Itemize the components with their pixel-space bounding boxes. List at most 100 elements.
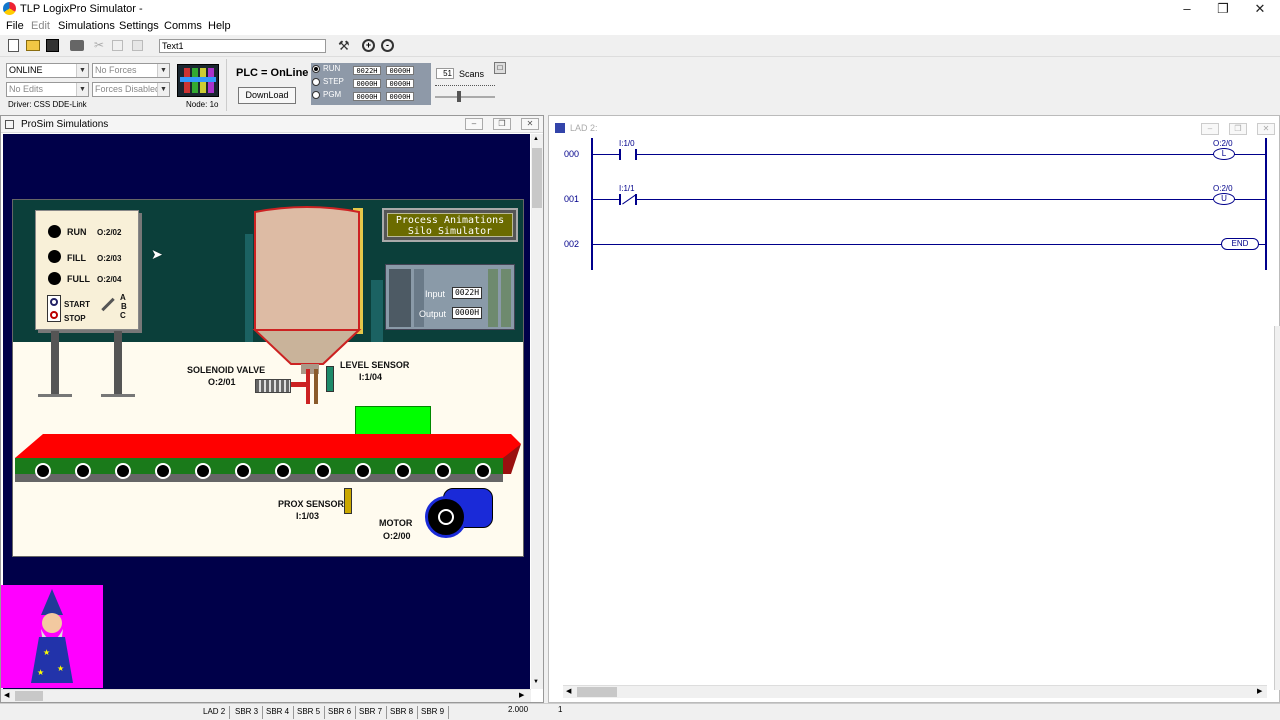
scroll-right-icon[interactable]: ▶: [519, 691, 524, 699]
rung-number: 000: [564, 149, 580, 159]
tab-sbr-5[interactable]: SBR 5: [293, 706, 326, 719]
step-radio[interactable]: [312, 78, 320, 86]
tab-sbr-9[interactable]: SBR 9: [417, 706, 450, 719]
menu-file[interactable]: File: [6, 20, 24, 32]
stop-button[interactable]: [50, 311, 58, 319]
tab-sbr-8[interactable]: SBR 8: [386, 706, 419, 719]
hex-value: 0000H: [353, 92, 381, 101]
selector-switch[interactable]: [101, 297, 115, 312]
tab-sbr-4[interactable]: SBR 4: [262, 706, 295, 719]
menu-settings[interactable]: Settings: [119, 20, 159, 32]
scroll-left-icon[interactable]: ◀: [566, 687, 571, 695]
menu-edit[interactable]: Edit: [31, 20, 50, 32]
motor-label: MOTOR: [379, 518, 413, 528]
open-folder-icon[interactable]: [26, 40, 40, 51]
vertical-scrollbar[interactable]: [1274, 326, 1280, 690]
menu-simulations[interactable]: Simulations: [58, 20, 115, 32]
download-button[interactable]: DownLoad: [238, 87, 296, 104]
pgm-radio[interactable]: [312, 91, 320, 99]
xio-contact[interactable]: [619, 194, 637, 205]
rack-module: [488, 269, 498, 327]
start-button[interactable]: [50, 298, 58, 306]
roller: [435, 463, 451, 479]
tools-icon[interactable]: ⚒: [338, 38, 354, 54]
scan-slider-thumb[interactable]: [457, 91, 461, 102]
unlatch-coil[interactable]: U: [1213, 193, 1235, 205]
panel-restore-icon[interactable]: □: [494, 62, 506, 74]
end-rung: END: [1221, 238, 1259, 250]
scroll-thumb[interactable]: [15, 691, 43, 701]
roller: [395, 463, 411, 479]
minimize-icon[interactable]: –: [1201, 123, 1219, 135]
cut-icon[interactable]: ✂: [94, 38, 110, 54]
scroll-left-icon[interactable]: ◀: [4, 691, 9, 699]
paste-icon[interactable]: [132, 40, 143, 51]
rack-module: [389, 269, 411, 327]
horizontal-scrollbar[interactable]: ◀ ▶: [1, 689, 531, 702]
selector-c: C: [120, 311, 126, 320]
restore-icon[interactable]: ❐: [1208, 0, 1238, 18]
tab-sbr-3[interactable]: SBR 3: [231, 706, 264, 719]
prosim-title-bar: ProSim Simulations – ❐ ✕: [1, 116, 543, 133]
scroll-down-icon[interactable]: ▼: [533, 679, 539, 685]
close-icon[interactable]: ✕: [521, 118, 539, 130]
latch-coil[interactable]: L: [1213, 148, 1235, 160]
plc-rack-icon: [177, 64, 219, 97]
minimize-icon[interactable]: –: [1172, 0, 1202, 18]
text-field[interactable]: Text1: [159, 39, 326, 53]
scroll-thumb[interactable]: [532, 148, 542, 208]
scans-input[interactable]: 51: [436, 68, 454, 79]
tab-lad-2[interactable]: LAD 2: [199, 706, 231, 719]
zoom-out-icon[interactable]: -: [381, 39, 394, 52]
menu-comms[interactable]: Comms: [164, 20, 202, 32]
forces-select[interactable]: No Forces ▼: [92, 63, 170, 78]
start-label: START: [64, 300, 91, 309]
horizontal-scrollbar[interactable]: ◀ ▶: [563, 685, 1267, 698]
panel-leg: [114, 331, 122, 395]
start-stop-buttons: [47, 295, 61, 322]
step-label: STEP: [323, 77, 344, 86]
xic-contact[interactable]: [619, 149, 637, 160]
restore-icon[interactable]: ❐: [1229, 123, 1247, 135]
scroll-right-icon[interactable]: ▶: [1257, 687, 1262, 695]
scan-slider-ticks: [435, 85, 495, 86]
selector-a: A: [120, 293, 126, 302]
plc-input-value: 0022H: [452, 287, 482, 299]
run-radio[interactable]: [312, 65, 320, 73]
minimize-icon[interactable]: –: [465, 118, 483, 130]
restore-icon[interactable]: ❐: [493, 118, 511, 130]
ladder-title: LAD 2:: [570, 123, 598, 133]
forces-enabled-value: Forces Disabled: [95, 84, 161, 94]
close-icon[interactable]: ✕: [1257, 123, 1275, 135]
tab-sbr-7[interactable]: SBR 7: [355, 706, 388, 719]
stop-label: STOP: [64, 314, 86, 323]
coil-address: O:2/0: [1213, 184, 1233, 193]
tab-sbr-6[interactable]: SBR 6: [324, 706, 357, 719]
plc-output-label: Output: [419, 309, 447, 319]
roller: [195, 463, 211, 479]
vertical-scrollbar[interactable]: ▲ ▼: [531, 134, 543, 689]
fill-light-label: FILL: [67, 253, 86, 263]
scroll-thumb[interactable]: [577, 687, 617, 697]
full-light-label: FULL: [67, 274, 90, 284]
edits-select[interactable]: No Edits ▼: [6, 82, 89, 97]
banner-line-2: Silo Simulator: [407, 226, 493, 237]
new-file-icon[interactable]: [8, 39, 19, 52]
forces-enabled-select[interactable]: Forces Disabled ▼: [92, 82, 170, 97]
hex-value: 0000H: [386, 79, 414, 88]
roller: [235, 463, 251, 479]
mode-select[interactable]: ONLINE ▼: [6, 63, 89, 78]
print-icon[interactable]: [70, 40, 84, 51]
scroll-up-icon[interactable]: ▲: [533, 136, 539, 142]
close-icon[interactable]: ✕: [1245, 0, 1275, 18]
divider: [226, 59, 227, 111]
banner: Process Animations Silo Simulator: [382, 208, 518, 242]
copy-icon[interactable]: [112, 40, 123, 51]
solenoid-valve: [255, 379, 291, 393]
mode-radio-group: RUN STEP PGM 0022H 0000H 0000H 0000H 000…: [311, 63, 431, 105]
save-icon[interactable]: [46, 39, 59, 52]
hex-value: 0000H: [386, 92, 414, 101]
zoom-in-icon[interactable]: +: [362, 39, 375, 52]
menu-help[interactable]: Help: [208, 20, 231, 32]
scan-slider-track[interactable]: [435, 96, 495, 98]
